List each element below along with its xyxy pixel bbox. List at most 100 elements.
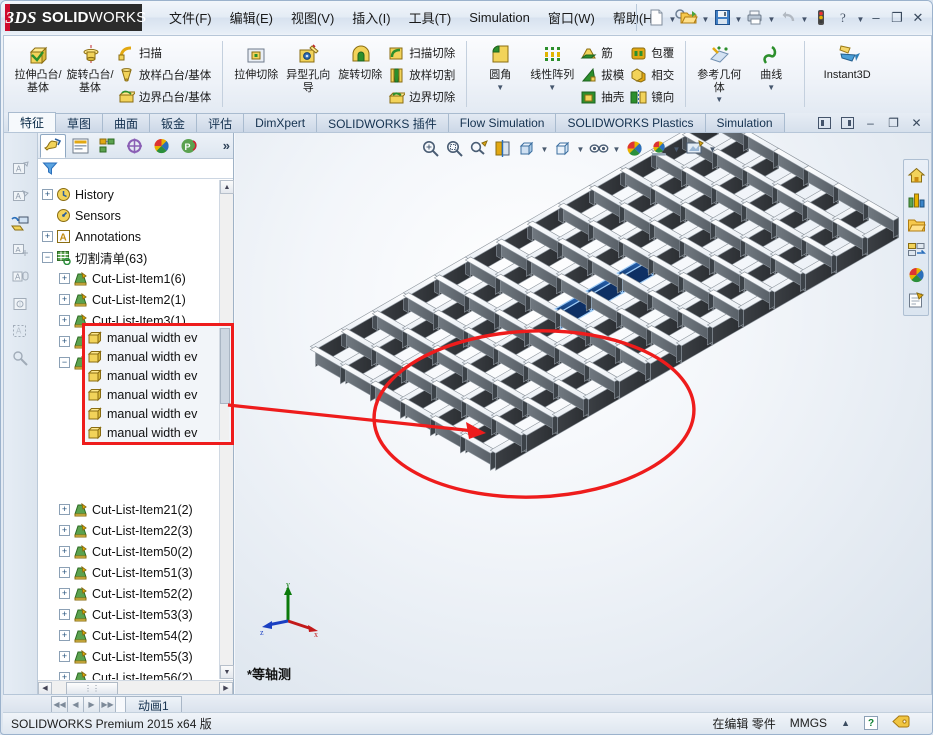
tree-item-cut-list-item52[interactable]: + Cut-List-Item52(2) — [42, 583, 233, 604]
status-badge[interactable]: ? — [864, 716, 878, 730]
surface-finish-icon[interactable]: A — [8, 184, 34, 208]
scroll-left-button[interactable]: ◀ — [38, 682, 52, 695]
more-tabs-button[interactable]: » — [223, 138, 230, 153]
popup-scrollbar[interactable] — [219, 328, 229, 440]
tab-simulation[interactable]: Simulation — [705, 113, 785, 132]
tree-item-cut-list-item51[interactable]: + Cut-List-Item51(3) — [42, 562, 233, 583]
scroll-thumb-horizontal[interactable]: ⋮⋮ — [66, 682, 118, 695]
draft-button[interactable]: 拔模 — [578, 64, 628, 86]
popup-item-5[interactable]: manual width ev — [87, 404, 231, 423]
weld-symbol-icon[interactable] — [8, 211, 34, 235]
tree-item-cut-list-item55[interactable]: + Cut-List-Item55(3) — [42, 646, 233, 667]
tab-features[interactable]: 特征 — [8, 112, 56, 132]
tab-dimxpert[interactable]: DimXpert — [243, 113, 317, 132]
custom-properties-icon[interactable] — [905, 288, 927, 312]
new-document-caret[interactable]: ▼ — [668, 7, 677, 29]
hole-wizard-button[interactable]: 异型孔向导 — [282, 38, 334, 94]
geometric-tolerance-icon[interactable]: A — [8, 238, 34, 262]
tree-item-cut-list-item2[interactable]: + Cut-List-Item2(1) — [42, 289, 233, 310]
minimize-doc-icon[interactable]: – — [862, 115, 879, 131]
popup-item-2[interactable]: manual width ev — [87, 347, 231, 366]
tree-item-cut-list-item50[interactable]: + Cut-List-Item50(2) — [42, 541, 233, 562]
popup-scroll-thumb[interactable] — [220, 328, 230, 404]
boundary-cut-button[interactable]: 边界切除 — [386, 86, 459, 108]
menu-insert[interactable]: 插入(I) — [343, 4, 399, 31]
edit-appearance-icon[interactable] — [623, 137, 646, 159]
scroll-right-button[interactable]: ▶ — [219, 682, 233, 695]
zoom-to-area-icon[interactable] — [443, 137, 466, 159]
save-icon[interactable] — [711, 7, 733, 29]
swept-boss-button[interactable]: 扫描 — [116, 42, 215, 64]
tree-item-cut-list-item53[interactable]: + Cut-List-Item53(3) — [42, 604, 233, 625]
menu-simulation[interactable]: Simulation — [460, 6, 539, 29]
expand-toggle[interactable]: + — [59, 546, 70, 557]
help-icon[interactable]: ? — [833, 7, 855, 29]
first-tab-button[interactable]: ◀◀ — [51, 696, 68, 713]
print-icon[interactable] — [744, 7, 766, 29]
zoom-to-fit-icon[interactable] — [419, 137, 442, 159]
menu-window[interactable]: 窗口(W) — [539, 4, 604, 31]
tab-solidworks-plastics[interactable]: SOLIDWORKS Plastics — [555, 113, 705, 132]
menu-file[interactable]: 文件(F) — [160, 4, 221, 31]
split-vertical-icon[interactable] — [839, 115, 856, 131]
expand-toggle[interactable]: + — [59, 294, 70, 305]
display-style-icon[interactable] — [551, 137, 574, 159]
curves-caret[interactable]: ▼ — [745, 83, 797, 92]
feature-tree-horizontal-scrollbar[interactable]: ◀ ⋮⋮ ▶ — [38, 680, 233, 695]
tab-sheet-metal[interactable]: 钣金 — [149, 113, 197, 132]
boundary-boss-button[interactable]: 边界凸台/基体 — [116, 86, 215, 108]
lofted-boss-button[interactable]: 放样凸台/基体 — [116, 64, 215, 86]
hide-show-items-caret[interactable]: ▼ — [611, 137, 622, 159]
tab-flow-simulation[interactable]: Flow Simulation — [448, 113, 557, 132]
expand-toggle[interactable]: + — [42, 231, 53, 242]
expand-toggle[interactable]: + — [59, 504, 70, 515]
tab-solidworks-addins[interactable]: SOLIDWORKS 插件 — [316, 113, 449, 132]
dimxpert-manager-tab[interactable] — [121, 134, 147, 158]
configuration-manager-tab[interactable] — [94, 134, 120, 158]
expand-toggle[interactable]: + — [59, 315, 70, 326]
print-caret[interactable]: ▼ — [767, 7, 776, 29]
last-tab-button[interactable]: ▶▶ — [99, 696, 116, 713]
feature-tree-filter-bar[interactable] — [38, 159, 233, 179]
linear-pattern-caret[interactable]: ▼ — [526, 83, 578, 92]
extruded-boss-base-button[interactable]: 拉伸凸台/基体 — [12, 38, 64, 94]
expand-toggle[interactable]: + — [59, 609, 70, 620]
view-orientation-icon[interactable] — [515, 137, 538, 159]
hide-show-items-icon[interactable] — [587, 137, 610, 159]
magnified-section-icon[interactable] — [8, 346, 34, 370]
units-caret[interactable]: ▲ — [841, 718, 850, 728]
restore-doc-icon[interactable]: ❐ — [885, 115, 902, 131]
previous-view-icon[interactable] — [467, 137, 490, 159]
popup-item-6[interactable]: manual width ev — [87, 423, 231, 442]
wrap-button[interactable]: 包覆 — [628, 42, 678, 64]
file-explorer-icon[interactable] — [905, 213, 927, 237]
section-view-icon[interactable] — [491, 137, 514, 159]
plastics-manager-tab[interactable]: P — [175, 134, 201, 158]
apply-scene-icon[interactable] — [647, 137, 670, 159]
tab-sketch[interactable]: 草图 — [55, 113, 103, 132]
view-settings-caret[interactable]: ▼ — [707, 137, 718, 159]
fillet-caret[interactable]: ▼ — [474, 83, 526, 92]
collapse-toggle[interactable]: − — [59, 357, 70, 368]
open-document-caret[interactable]: ▼ — [701, 7, 710, 29]
expand-toggle[interactable]: + — [59, 588, 70, 599]
window-restore-button[interactable]: ❐ — [887, 8, 907, 28]
feature-manager-tab[interactable] — [40, 134, 66, 158]
close-doc-icon[interactable]: ✕ — [908, 115, 925, 131]
revolved-cut-button[interactable]: 旋转切除 — [334, 38, 386, 82]
menu-edit[interactable]: 编辑(E) — [221, 4, 282, 31]
extruded-cut-button[interactable]: 拉伸切除 — [230, 38, 282, 82]
display-style-caret[interactable]: ▼ — [575, 137, 586, 159]
intersect-button[interactable]: 相交 — [628, 64, 678, 86]
solidworks-resources-icon[interactable] — [905, 163, 927, 187]
scroll-up-button[interactable]: ▲ — [220, 180, 234, 194]
expand-toggle[interactable]: + — [59, 336, 70, 347]
appearances-scenes-icon[interactable] — [905, 263, 927, 287]
save-caret[interactable]: ▼ — [734, 7, 743, 29]
window-close-button[interactable]: ✕ — [908, 8, 928, 28]
tree-item-sensors[interactable]: Sensors — [42, 205, 233, 226]
expand-toggle[interactable]: + — [59, 630, 70, 641]
lattice-frame-model[interactable] — [235, 133, 931, 695]
popup-item-4[interactable]: manual width ev — [87, 385, 231, 404]
tree-item-annotations[interactable]: + A Annotations — [42, 226, 233, 247]
